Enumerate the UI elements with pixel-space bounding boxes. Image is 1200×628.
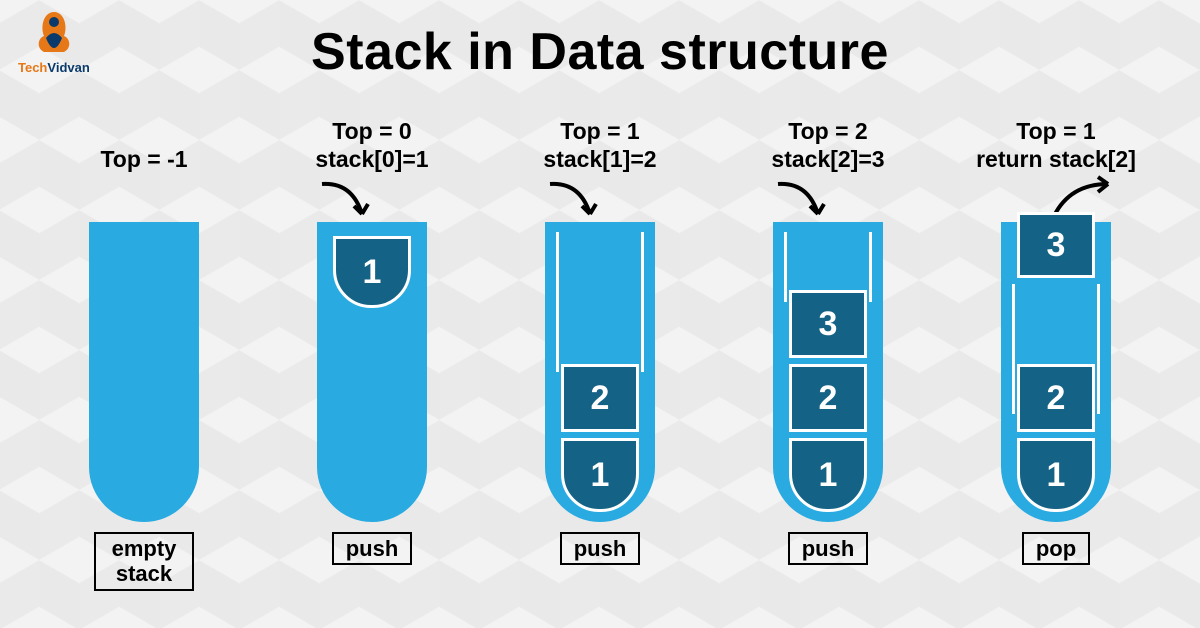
tube-1: 1 <box>317 222 427 522</box>
arrow-2 <box>500 174 700 222</box>
arrow-3 <box>728 174 928 222</box>
stack-item: 1 <box>1017 438 1095 512</box>
stack-col-1: Top = 0 stack[0]=1 1 push <box>272 112 472 628</box>
arrow-in-icon <box>312 176 392 226</box>
page-title: Stack in Data structure <box>0 0 1200 82</box>
stack-item: 1 <box>789 438 867 512</box>
logo-text: TechVidvan <box>18 60 90 75</box>
caption-3: Top = 2 stack[2]=3 <box>771 112 884 174</box>
op-label-0: empty stack <box>94 532 195 591</box>
arrow-in-icon <box>768 176 848 226</box>
op-label-1: push <box>332 532 413 565</box>
caption-1: Top = 0 stack[0]=1 <box>315 112 428 174</box>
brand-logo: TechVidvan <box>18 8 90 75</box>
op-label-4: pop <box>1022 532 1090 565</box>
arrow-0 <box>44 174 244 222</box>
op-label-2: push <box>560 532 641 565</box>
stack-item-popping: 3 <box>1017 212 1095 278</box>
arrow-in-icon <box>540 176 620 226</box>
logo-icon <box>24 8 84 58</box>
tube-4: 3 2 1 <box>1001 222 1111 522</box>
stack-item: 1 <box>561 438 639 512</box>
tube-3: 3 2 1 <box>773 222 883 522</box>
stack-item: 2 <box>789 364 867 432</box>
tube-2: 2 1 <box>545 222 655 522</box>
stack-col-3: Top = 2 stack[2]=3 3 2 1 push <box>728 112 928 628</box>
arrow-1 <box>272 174 472 222</box>
caption-2: Top = 1 stack[1]=2 <box>543 112 656 174</box>
stack-item: 2 <box>561 364 639 432</box>
tube-0 <box>89 222 199 522</box>
diagram-stage: Top = -1 empty stack Top = 0 stack[0]=1 … <box>0 112 1200 628</box>
caption-4: Top = 1 return stack[2] <box>976 112 1136 174</box>
stack-col-4: Top = 1 return stack[2] 3 2 1 pop <box>956 112 1156 628</box>
stack-col-0: Top = -1 empty stack <box>44 112 244 628</box>
caption-0: Top = -1 <box>100 112 187 174</box>
stack-col-2: Top = 1 stack[1]=2 2 1 push <box>500 112 700 628</box>
op-label-3: push <box>788 532 869 565</box>
stack-item: 1 <box>333 236 411 308</box>
